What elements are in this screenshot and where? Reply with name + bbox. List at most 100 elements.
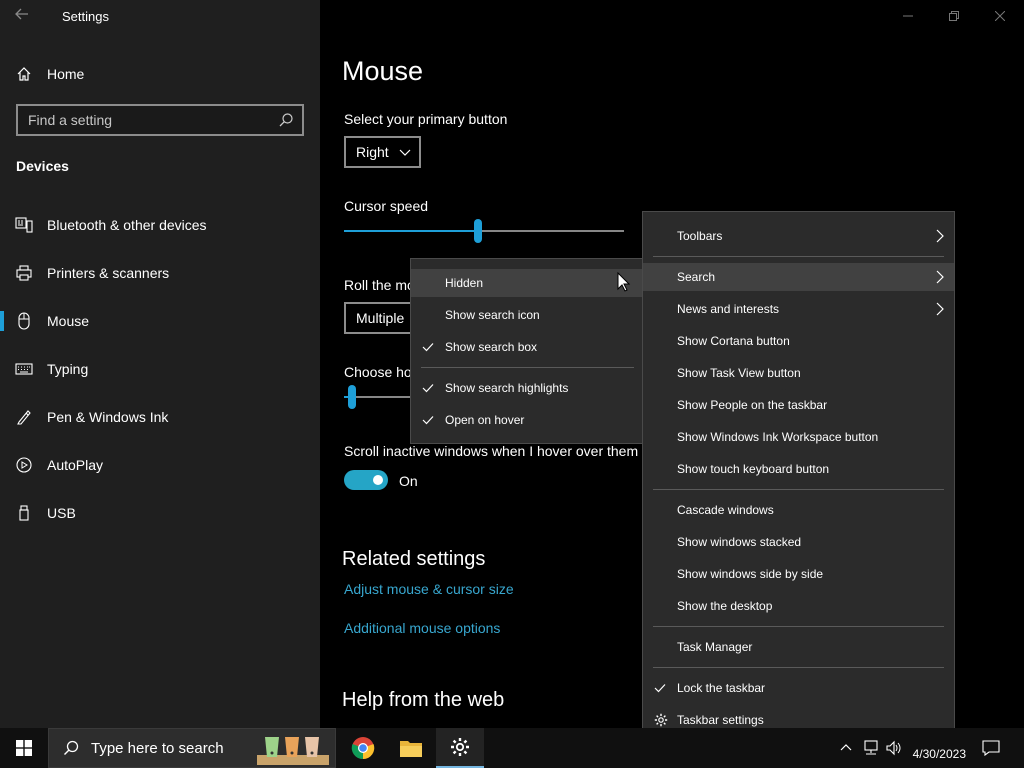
adjust-cursor-link[interactable]: Adjust mouse & cursor size	[344, 581, 514, 597]
menu-separator	[421, 367, 634, 368]
menu-item-side-by-side[interactable]: Show windows side by side	[643, 560, 954, 588]
search-icon[interactable]	[278, 112, 294, 128]
search-submenu: Hidden Show search icon Show search box …	[410, 258, 644, 444]
menu-item-show-task-view[interactable]: Show Task View button	[643, 359, 954, 387]
sidebar-item-label: USB	[47, 505, 76, 521]
menu-separator	[653, 256, 944, 257]
settings-taskbar-button[interactable]	[436, 728, 484, 768]
menu-item-stacked[interactable]: Show windows stacked	[643, 528, 954, 556]
chevron-right-icon	[936, 229, 944, 243]
find-setting-input[interactable]	[18, 106, 268, 134]
menu-item-label: Cascade windows	[677, 503, 774, 517]
windows-logo-icon	[16, 740, 32, 756]
file-explorer-taskbar-button[interactable]	[387, 728, 435, 768]
menu-item-show-cortana[interactable]: Show Cortana button	[643, 327, 954, 355]
minimize-icon	[903, 15, 913, 17]
menu-item-open-on-hover[interactable]: Open on hover	[411, 406, 643, 434]
start-button[interactable]	[0, 728, 48, 768]
menu-item-label: Toolbars	[677, 229, 723, 243]
chevron-right-icon	[936, 302, 944, 316]
menu-item-label: Hidden	[445, 276, 484, 290]
usb-icon	[0, 505, 47, 521]
primary-button-label: Select your primary button	[344, 111, 508, 127]
sidebar-item-bluetooth[interactable]: Bluetooth & other devices	[0, 205, 320, 245]
menu-item-label: Show People on the taskbar	[677, 398, 828, 412]
sidebar-item-label: AutoPlay	[47, 457, 104, 473]
menu-item-label: Lock the taskbar	[677, 681, 766, 695]
additional-mouse-options-link[interactable]: Additional mouse options	[344, 620, 500, 636]
cursor-speed-thumb[interactable]	[474, 219, 483, 243]
pen-icon	[0, 409, 47, 425]
chevron-right-icon	[936, 270, 944, 284]
primary-button-dropdown[interactable]: Right	[344, 136, 421, 168]
page-title: Mouse	[342, 56, 424, 86]
taskbar-date[interactable]: 4/30/2023	[913, 747, 966, 761]
menu-item-show-desktop[interactable]: Show the desktop	[643, 592, 954, 620]
menu-item-label: Show Task View button	[677, 366, 801, 380]
menu-item-label: Show search icon	[445, 308, 540, 322]
action-center-button[interactable]	[967, 728, 1015, 768]
menu-item-label: Show search box	[445, 340, 538, 354]
sidebar-item-label: Bluetooth & other devices	[47, 217, 207, 233]
chevron-down-icon	[399, 149, 411, 156]
menu-item-news-interests[interactable]: News and interests	[643, 295, 954, 323]
search-highlight-drinks-icon	[257, 737, 329, 765]
toggle-knob	[373, 475, 383, 485]
help-heading: Help from the web	[342, 689, 505, 711]
lines-thumb[interactable]	[348, 385, 356, 409]
close-icon	[995, 11, 1005, 21]
minimize-button[interactable]	[885, 4, 931, 28]
home-label: Home	[47, 66, 85, 82]
chevron-up-icon[interactable]	[840, 742, 852, 752]
window-title: Settings	[62, 9, 109, 24]
related-settings-heading: Related settings	[342, 548, 486, 570]
sidebar-item-printers[interactable]: Printers & scanners	[0, 253, 320, 293]
menu-item-show-search-icon[interactable]: Show search icon	[411, 301, 643, 329]
menu-separator	[653, 626, 944, 627]
gear-icon	[451, 738, 469, 756]
sidebar-item-mouse[interactable]: Mouse	[0, 301, 320, 341]
sidebar-item-label: Typing	[47, 361, 89, 377]
sidebar-item-typing[interactable]: Typing	[0, 349, 320, 389]
checkmark-icon	[422, 416, 434, 425]
menu-item-hidden[interactable]: Hidden	[411, 269, 643, 297]
roll-wheel-label: Roll the mo	[344, 277, 415, 293]
chrome-taskbar-button[interactable]	[339, 728, 387, 768]
menu-item-toolbars[interactable]: Toolbars	[643, 222, 954, 250]
menu-item-show-search-box[interactable]: Show search box	[411, 333, 643, 361]
menu-item-label: Task Manager	[677, 640, 753, 654]
section-label-devices: Devices	[16, 158, 69, 174]
taskbar-search-box[interactable]: Type here to search	[48, 728, 336, 768]
menu-item-label: Show the desktop	[677, 599, 773, 613]
printer-icon	[0, 265, 47, 281]
taskbar-search-placeholder: Type here to search	[91, 739, 224, 757]
menu-item-show-touch-keyboard[interactable]: Show touch keyboard button	[643, 455, 954, 483]
find-setting-box[interactable]	[16, 104, 304, 136]
restore-button[interactable]	[931, 4, 977, 28]
menu-item-label: Show Windows Ink Workspace button	[677, 430, 879, 444]
home-nav-item[interactable]: Home	[16, 62, 84, 86]
menu-item-label: Show Cortana button	[677, 334, 790, 348]
bluetooth-devices-icon	[0, 217, 47, 233]
menu-item-label: Taskbar settings	[677, 713, 764, 727]
menu-item-show-search-highlights[interactable]: Show search highlights	[411, 374, 643, 402]
menu-item-search[interactable]: Search	[643, 263, 954, 291]
scroll-inactive-toggle[interactable]	[344, 470, 388, 490]
roll-wheel-value: Multiple	[356, 310, 405, 326]
menu-item-show-people[interactable]: Show People on the taskbar	[643, 391, 954, 419]
menu-item-task-manager[interactable]: Task Manager	[643, 633, 954, 661]
search-icon	[64, 740, 79, 755]
checkmark-icon	[654, 684, 666, 693]
sidebar-item-pen[interactable]: Pen & Windows Ink	[0, 397, 320, 437]
sidebar-item-autoplay[interactable]: AutoPlay	[0, 445, 320, 485]
menu-item-show-ink-workspace[interactable]: Show Windows Ink Workspace button	[643, 423, 954, 451]
sidebar-item-label: Mouse	[47, 313, 90, 329]
back-arrow-icon[interactable]	[14, 6, 34, 26]
menu-item-cascade[interactable]: Cascade windows	[643, 496, 954, 524]
network-icon[interactable]	[862, 740, 880, 756]
checkmark-icon	[422, 343, 434, 352]
volume-icon[interactable]	[886, 740, 902, 756]
close-button[interactable]	[977, 4, 1023, 28]
menu-item-lock-taskbar[interactable]: Lock the taskbar	[643, 674, 954, 702]
sidebar-item-usb[interactable]: USB	[0, 493, 320, 533]
